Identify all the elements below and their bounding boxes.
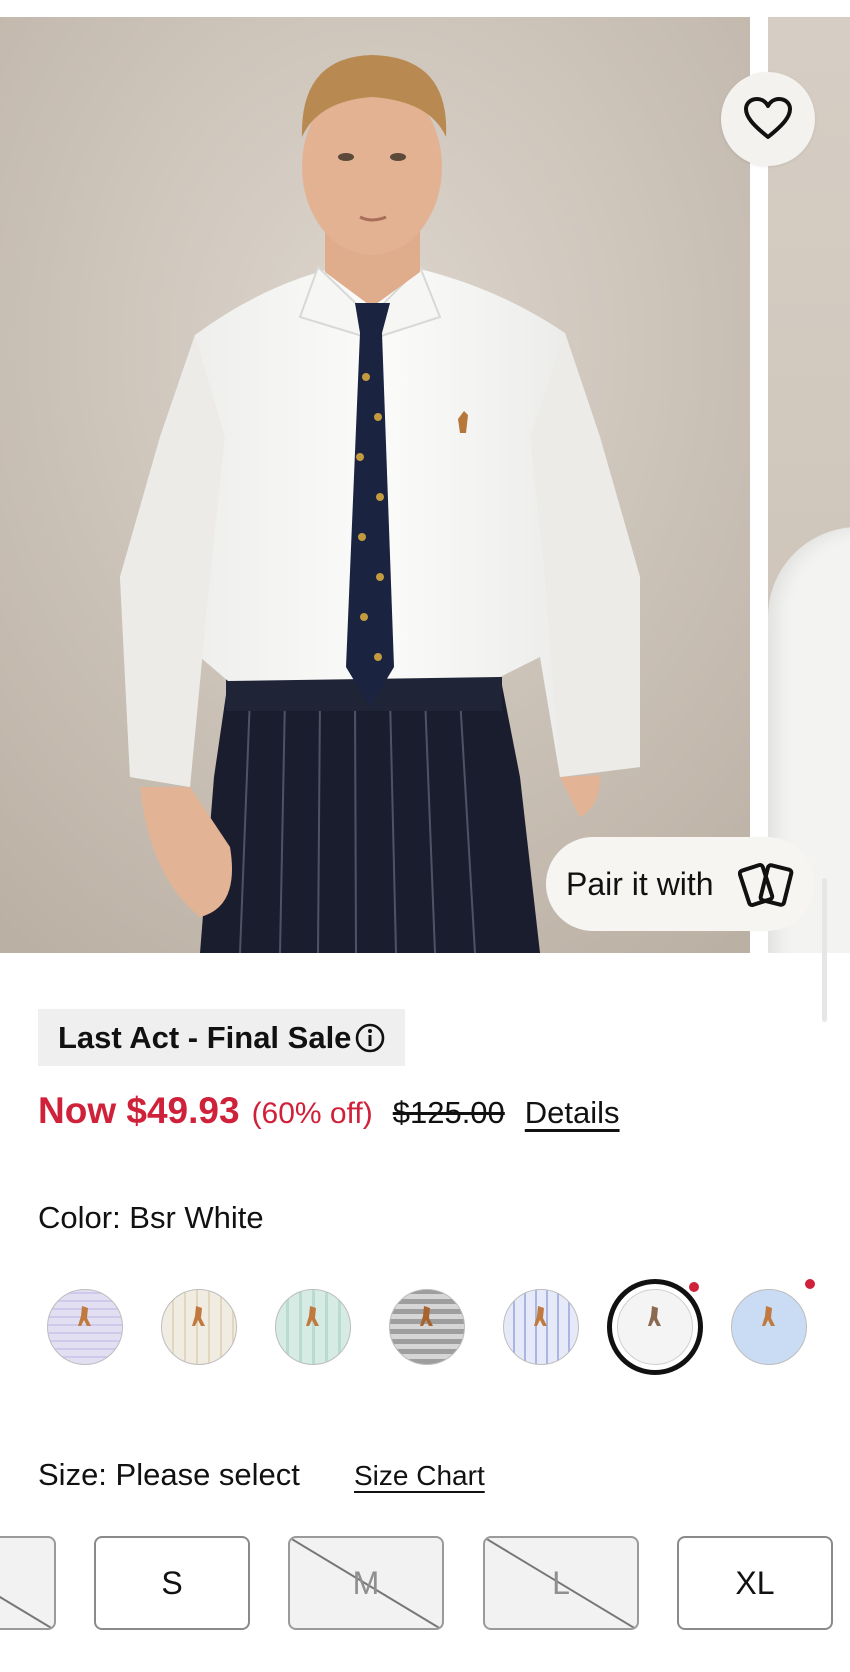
original-price: $125.00: [392, 1095, 505, 1130]
pair-it-with-button[interactable]: Pair it with: [546, 837, 814, 931]
size-option-label: L: [552, 1564, 570, 1601]
info-icon[interactable]: [355, 1023, 385, 1053]
new-color-dot: [689, 1282, 699, 1292]
wishlist-button[interactable]: [721, 72, 815, 166]
pair-it-with-label: Pair it with: [566, 865, 714, 902]
size-label: Size: Please select: [38, 1457, 300, 1492]
final-sale-badge[interactable]: Last Act - Final Sale: [38, 1009, 406, 1066]
details-link[interactable]: Details: [525, 1095, 620, 1131]
final-sale-label: Last Act - Final Sale: [58, 1019, 352, 1055]
size-option-s[interactable]: S: [94, 1536, 250, 1630]
size-option-m[interactable]: M: [288, 1536, 444, 1630]
product-image-main[interactable]: [0, 17, 750, 953]
cards-icon: [738, 862, 794, 908]
pony-logo-icon: [534, 1306, 547, 1326]
sale-price: Now $49.93: [38, 1090, 240, 1131]
price-row: Now $49.93 (60% off) $125.00 Details: [38, 1090, 620, 1132]
color-label: Color: Bsr White: [38, 1200, 264, 1235]
discount-percent: (60% off): [251, 1097, 373, 1130]
size-option-l[interactable]: L: [483, 1536, 639, 1630]
color-swatch-blue-plaid[interactable]: [503, 1289, 579, 1365]
size-option-xl[interactable]: XL: [677, 1536, 833, 1630]
color-swatch-tan[interactable]: [161, 1289, 237, 1365]
pony-logo-icon: [762, 1306, 775, 1326]
new-color-dot: [805, 1279, 815, 1289]
scrollbar[interactable]: [822, 878, 827, 1022]
pony-logo-icon: [648, 1306, 661, 1326]
size-chart-link[interactable]: Size Chart: [354, 1460, 485, 1492]
product-image-carousel[interactable]: Pair it with: [0, 17, 850, 953]
pony-logo-icon: [306, 1306, 319, 1326]
size-option-label: XL: [735, 1564, 775, 1601]
color-swatch-light-blue[interactable]: [731, 1289, 807, 1365]
pony-logo-icon: [420, 1306, 433, 1326]
size-option-partial[interactable]: [0, 1536, 56, 1630]
pony-logo-icon: [192, 1306, 205, 1326]
unavailable-slash: [0, 1595, 54, 1628]
color-swatch-gray[interactable]: [389, 1289, 465, 1365]
pony-logo-icon: [78, 1306, 91, 1326]
heart-icon: [744, 97, 792, 139]
size-option-label: M: [352, 1564, 380, 1601]
color-swatch-lavender[interactable]: [47, 1289, 123, 1365]
product-page: Pair it with Last Act - Final Sale Now $…: [0, 0, 850, 1672]
model-illustration: [0, 17, 750, 953]
size-option-label: S: [161, 1564, 183, 1601]
color-swatch-white[interactable]: [617, 1289, 693, 1365]
color-swatch-mint[interactable]: [275, 1289, 351, 1365]
